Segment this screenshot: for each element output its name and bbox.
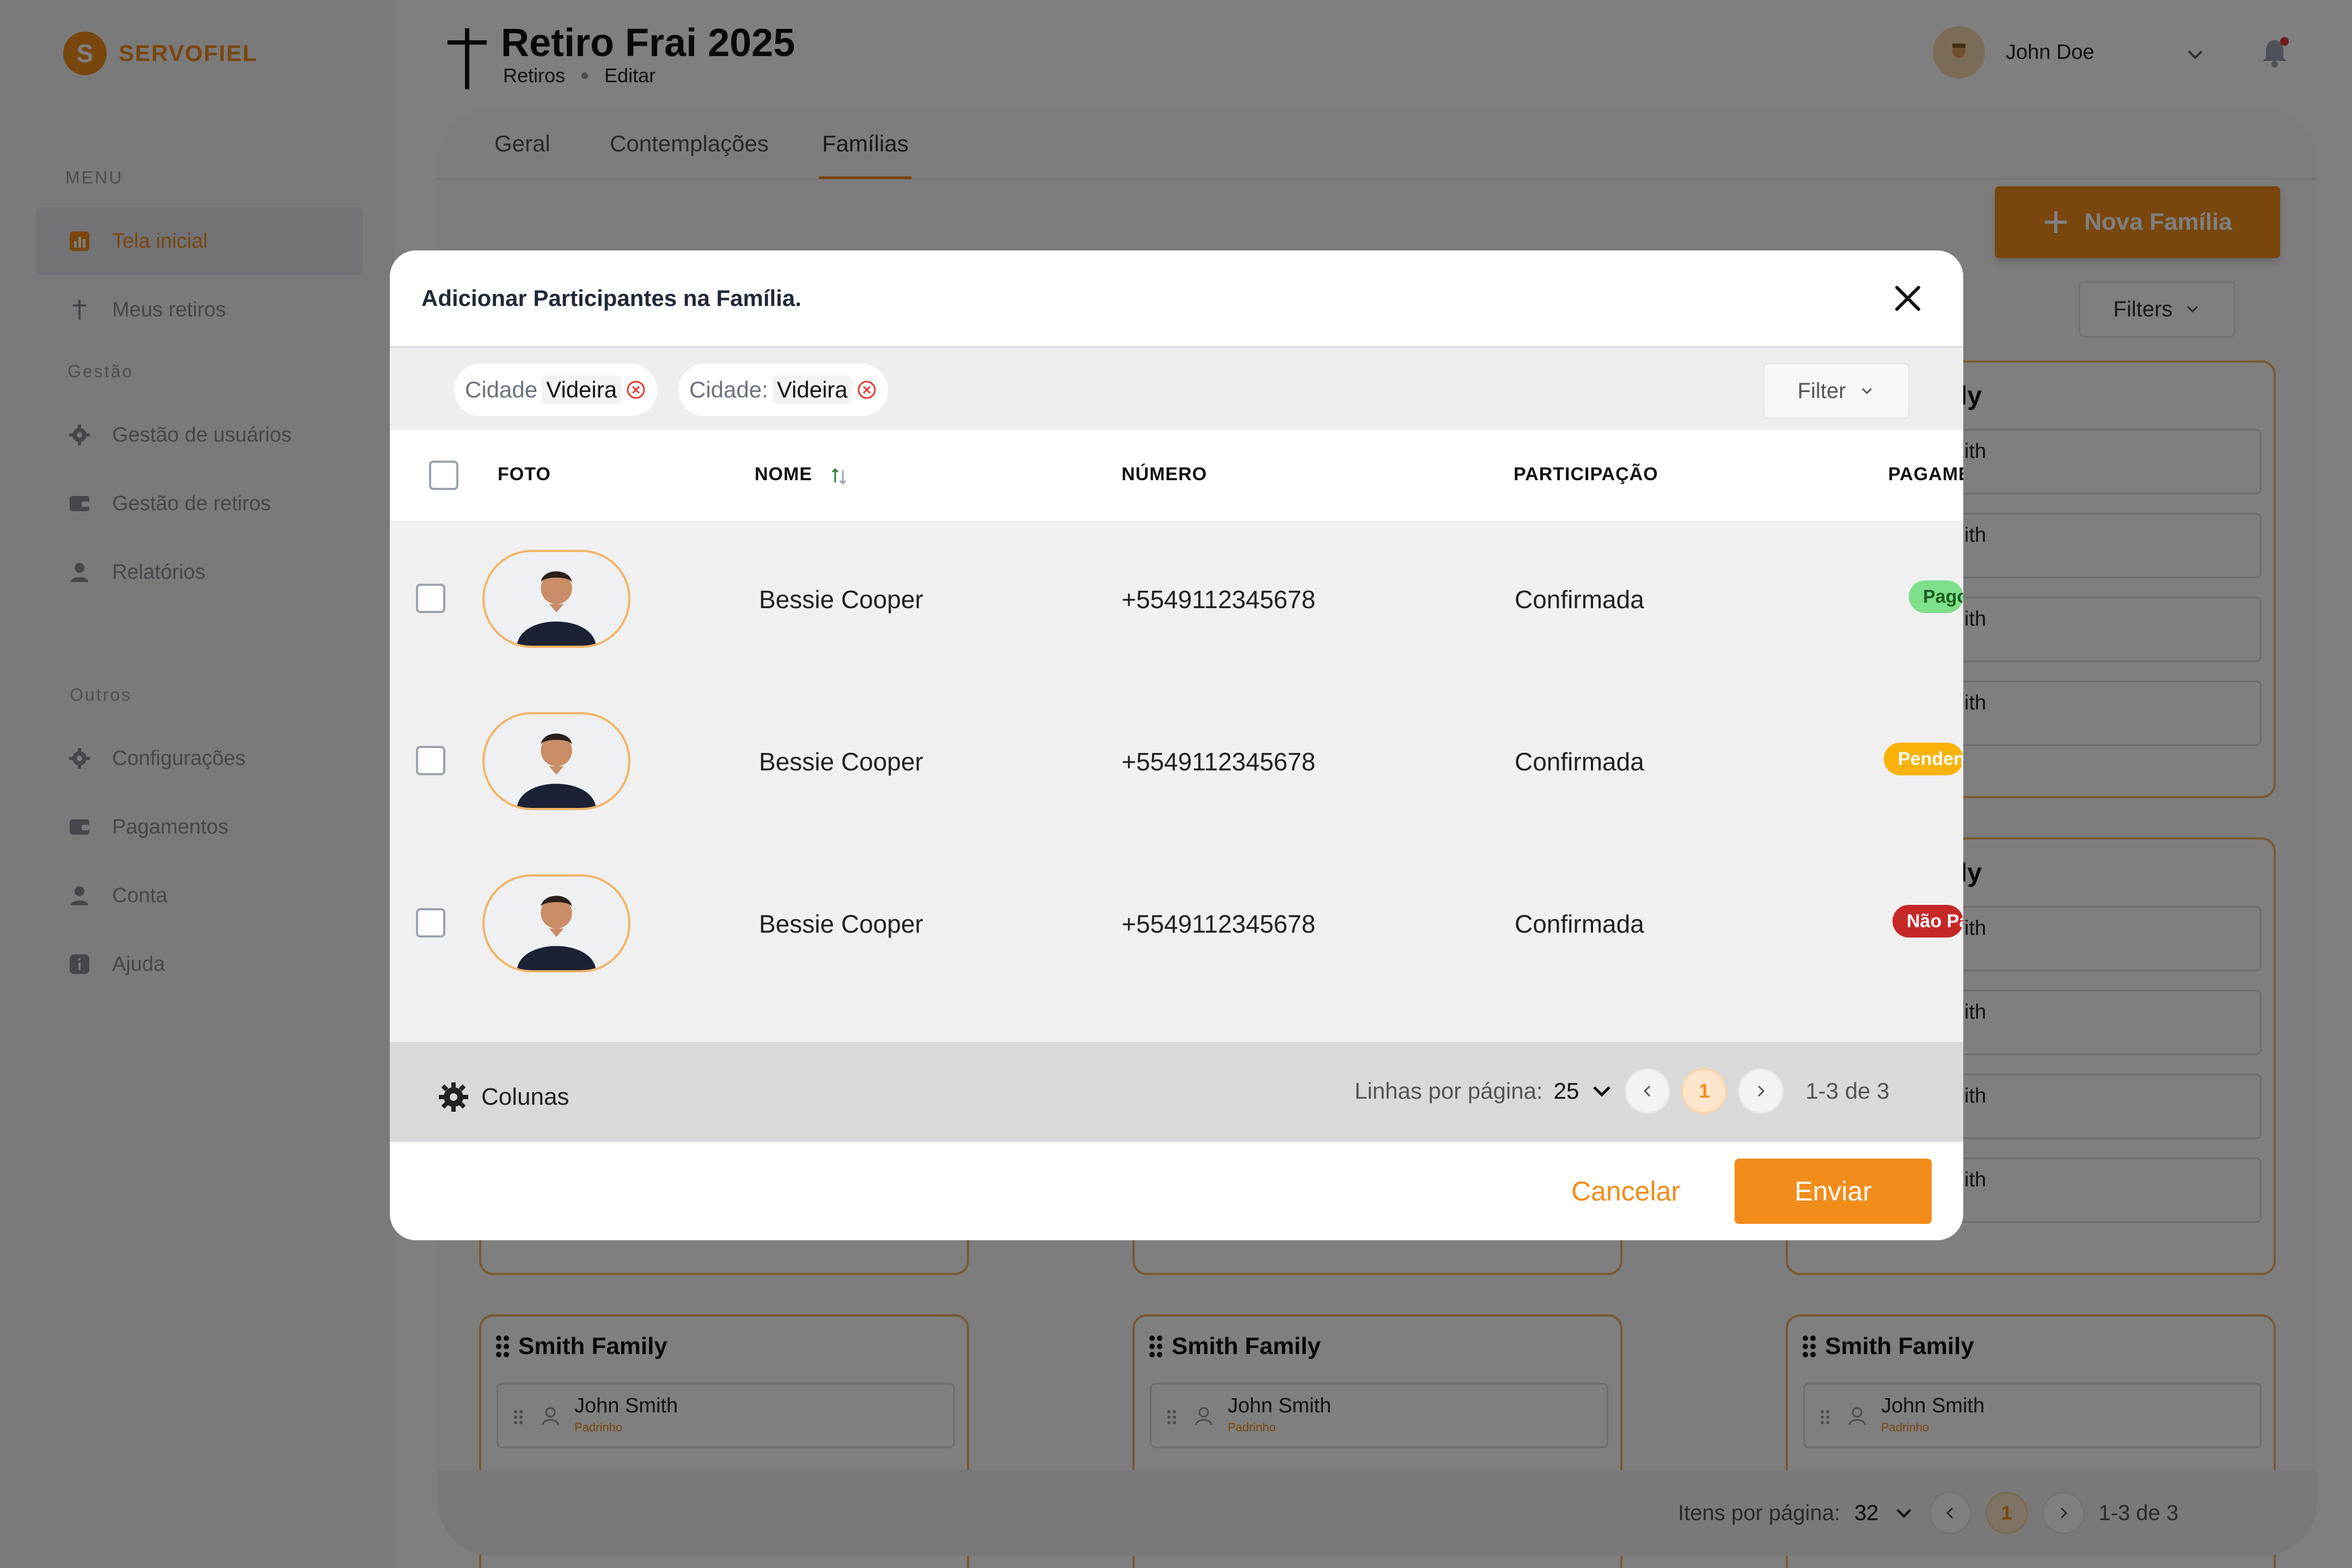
participant-participation: Confirmada bbox=[1515, 910, 1644, 938]
row-checkbox[interactable] bbox=[416, 584, 445, 613]
cancel-button[interactable]: Cancelar bbox=[1555, 1159, 1696, 1224]
chevron-right-icon bbox=[1758, 1085, 1765, 1097]
column-header-numero: NÚMERO bbox=[1122, 464, 1208, 485]
filter-bar: Cidade Videira Cidade: Videira Filter bbox=[390, 348, 1963, 430]
table-row[interactable]: Bessie Cooper +5549112345678 Confirmada … bbox=[390, 845, 1963, 1007]
chevron-left-icon bbox=[1644, 1085, 1651, 1097]
remove-filter-icon[interactable] bbox=[626, 379, 646, 400]
payment-status-badge: Pendente bbox=[1884, 743, 1963, 775]
filter-chip-key: Cidade bbox=[465, 377, 538, 402]
participant-participation: Confirmada bbox=[1515, 585, 1644, 614]
participant-name: Bessie Cooper bbox=[759, 585, 923, 614]
participant-participation: Confirmada bbox=[1515, 748, 1644, 776]
column-header-foto: FOTO bbox=[498, 464, 551, 485]
remove-filter-icon[interactable] bbox=[856, 379, 877, 400]
filter-chip-value: Videira bbox=[772, 376, 852, 404]
close-icon[interactable] bbox=[1890, 281, 1925, 316]
chevron-down-icon bbox=[1862, 388, 1872, 395]
table-body: Bessie Cooper +5549112345678 Confirmada … bbox=[390, 520, 1963, 1042]
divider bbox=[390, 1140, 1963, 1142]
payment-status-badge: Não Pago bbox=[1892, 905, 1963, 938]
rows-per-page-label: Linhas por página: bbox=[1355, 1078, 1543, 1104]
participant-photo bbox=[482, 874, 630, 972]
column-header-participacao: PARTICIPAÇÃO bbox=[1514, 464, 1658, 485]
table-pager: Linhas por página: 25 1 1-3 de 3 bbox=[1355, 1068, 1889, 1114]
filter-chip-value: Videira bbox=[542, 376, 622, 404]
payment-status-badge: Pago bbox=[1909, 580, 1963, 613]
participant-phone: +5549112345678 bbox=[1122, 910, 1316, 938]
columns-button[interactable]: Colunas bbox=[438, 1081, 569, 1113]
divider bbox=[390, 346, 1963, 348]
participant-name: Bessie Cooper bbox=[759, 748, 923, 776]
rows-per-page-value[interactable]: 25 bbox=[1554, 1078, 1579, 1104]
filter-chip[interactable]: Cidade Videira bbox=[454, 364, 658, 416]
table-row[interactable]: Bessie Cooper +5549112345678 Confirmada … bbox=[390, 683, 1963, 845]
columns-button-label: Colunas bbox=[481, 1083, 569, 1110]
column-header-nome[interactable]: NOME bbox=[755, 464, 812, 485]
table-row[interactable]: Bessie Cooper +5549112345678 Confirmada … bbox=[390, 520, 1963, 683]
table-footer: Colunas Linhas por página: 25 1 1-3 de 3 bbox=[390, 1042, 1963, 1140]
table-header: FOTO NOME NÚMERO PARTICIPAÇÃO PAGAMENTO bbox=[390, 430, 1963, 520]
participant-phone: +5549112345678 bbox=[1122, 748, 1316, 776]
chevron-down-icon[interactable] bbox=[1590, 1079, 1614, 1103]
filter-button[interactable]: Filter bbox=[1763, 363, 1910, 419]
row-checkbox[interactable] bbox=[416, 746, 445, 775]
filter-chip[interactable]: Cidade: Videira bbox=[678, 364, 888, 416]
participant-photo bbox=[482, 550, 630, 648]
current-page[interactable]: 1 bbox=[1681, 1068, 1728, 1114]
prev-page-button[interactable] bbox=[1625, 1068, 1671, 1114]
filter-button-label: Filter bbox=[1797, 378, 1846, 403]
submit-button[interactable]: Enviar bbox=[1735, 1159, 1932, 1224]
row-checkbox[interactable] bbox=[416, 908, 445, 938]
select-all-checkbox[interactable] bbox=[429, 461, 458, 490]
participant-photo bbox=[482, 712, 630, 810]
gear-icon bbox=[439, 1082, 468, 1112]
page-range: 1-3 de 3 bbox=[1805, 1078, 1890, 1104]
participant-phone: +5549112345678 bbox=[1122, 585, 1316, 614]
filter-chip-key: Cidade: bbox=[689, 377, 768, 402]
column-header-pagamento: PAGAMENTO bbox=[1888, 464, 1963, 485]
modal-title: Adicionar Participantes na Família. bbox=[421, 285, 801, 311]
sort-icon[interactable] bbox=[830, 467, 848, 486]
next-page-button[interactable] bbox=[1738, 1068, 1784, 1114]
add-participants-modal: Adicionar Participantes na Família. Cida… bbox=[390, 250, 1963, 1240]
participant-name: Bessie Cooper bbox=[759, 910, 923, 938]
